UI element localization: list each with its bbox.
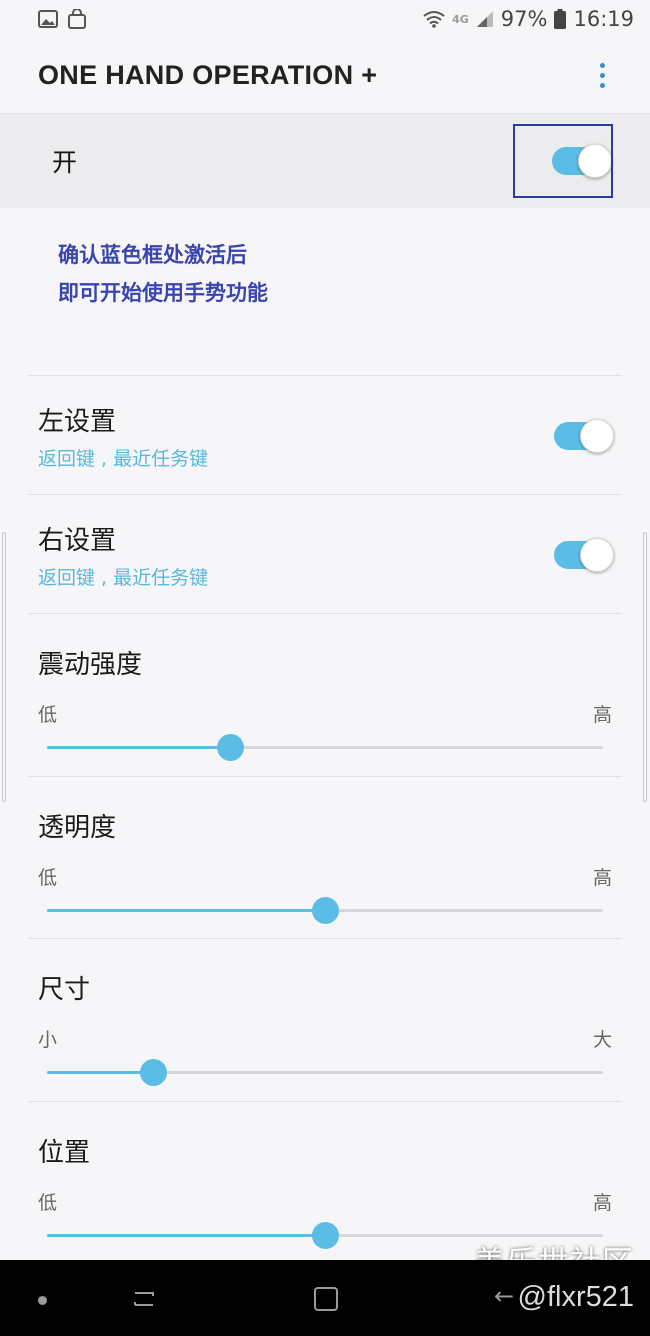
transparency-slider-block: 透明度 低 高 bbox=[28, 777, 622, 939]
left-setting-card[interactable]: 左设置 返回键 , 最近任务键 bbox=[28, 375, 622, 495]
right-setting-subtitle: 返回键 , 最近任务键 bbox=[38, 566, 209, 589]
size-max-label: 大 bbox=[592, 1029, 612, 1051]
status-time: 16:19 bbox=[573, 7, 634, 31]
highlight-box bbox=[513, 124, 613, 198]
nav-dot-icon[interactable] bbox=[38, 1296, 47, 1305]
transparency-card: 透明度 低 高 bbox=[28, 776, 622, 939]
slider-fill bbox=[47, 1071, 153, 1074]
kebab-dot bbox=[599, 73, 605, 78]
transparency-min-label: 低 bbox=[38, 867, 58, 889]
left-setting-row[interactable]: 左设置 返回键 , 最近任务键 bbox=[28, 376, 622, 495]
right-setting-title: 右设置 bbox=[38, 525, 117, 556]
vibration-strength-min-label: 低 bbox=[38, 704, 58, 726]
right-setting-text: 右设置 返回键 , 最近任务键 bbox=[38, 520, 208, 590]
vibration-strength-slider[interactable] bbox=[47, 734, 603, 761]
back-icon[interactable]: ← bbox=[494, 1282, 514, 1310]
left-setting-title: 左设置 bbox=[38, 406, 117, 437]
hint-line-2: 即可开始使用手势功能 bbox=[58, 281, 268, 305]
slider-thumb[interactable] bbox=[217, 734, 245, 761]
kebab-dot bbox=[599, 63, 605, 68]
vibration-strength-card: 震动强度 低 高 bbox=[28, 613, 622, 776]
size-slider-block: 尺寸 小 大 bbox=[28, 939, 622, 1101]
wifi-icon bbox=[423, 11, 445, 28]
status-bar: 4G 97% 16:19 bbox=[0, 0, 650, 38]
scroll-indicator-right[interactable] bbox=[643, 532, 647, 802]
status-right: 4G 97% 16:19 bbox=[423, 7, 634, 31]
battery-icon bbox=[554, 9, 567, 29]
slider-thumb[interactable] bbox=[312, 897, 339, 924]
hint-line-1: 确认蓝色框处激活后 bbox=[58, 243, 247, 267]
recent-apps-icon[interactable] bbox=[131, 1287, 157, 1311]
slider-fill bbox=[47, 909, 325, 912]
vibration-strength-slider-block: 震动强度 低 高 bbox=[28, 614, 622, 776]
slider-fill bbox=[47, 1234, 325, 1237]
gallery-notification-icon bbox=[38, 10, 58, 28]
toggle-knob bbox=[580, 418, 614, 453]
shopping-bag-notification-icon bbox=[68, 9, 86, 29]
transparency-max-label: 高 bbox=[592, 867, 612, 889]
left-setting-subtitle: 返回键 , 最近任务键 bbox=[38, 447, 209, 470]
transparency-title: 透明度 bbox=[38, 813, 117, 843]
hint-text: 确认蓝色框处激活后 即可开始使用手势功能 bbox=[58, 236, 268, 312]
toggle-knob bbox=[580, 537, 614, 572]
left-setting-toggle[interactable] bbox=[554, 418, 614, 453]
home-icon[interactable] bbox=[314, 1287, 338, 1311]
status-left bbox=[38, 9, 86, 29]
signal-icon bbox=[476, 11, 493, 27]
slider-fill bbox=[47, 746, 231, 749]
size-card: 尺寸 小 大 bbox=[28, 938, 622, 1101]
app-title: ONE HAND OPERATION + bbox=[38, 60, 378, 90]
scroll-indicator-left bbox=[2, 532, 6, 802]
right-setting-card[interactable]: 右设置 返回键 , 最近任务键 bbox=[28, 494, 622, 614]
position-max-label: 高 bbox=[592, 1192, 612, 1214]
vibration-strength-max-label: 高 bbox=[592, 704, 612, 726]
battery-percent: 97% bbox=[500, 7, 548, 31]
position-title: 位置 bbox=[38, 1138, 91, 1168]
kebab-dot bbox=[599, 83, 605, 88]
right-setting-row[interactable]: 右设置 返回键 , 最近任务键 bbox=[28, 495, 622, 614]
vibration-strength-title: 震动强度 bbox=[38, 650, 143, 680]
slider-thumb[interactable] bbox=[312, 1222, 339, 1249]
left-setting-text: 左设置 返回键 , 最近任务键 bbox=[38, 401, 208, 471]
watermark-user: @flxr521 bbox=[517, 1281, 634, 1313]
transparency-slider[interactable] bbox=[47, 897, 603, 924]
size-slider[interactable] bbox=[47, 1059, 603, 1086]
size-title: 尺寸 bbox=[38, 975, 91, 1005]
network-type-label: 4G bbox=[452, 12, 469, 26]
right-setting-toggle[interactable] bbox=[554, 537, 614, 572]
master-switch-label: 开 bbox=[52, 148, 78, 177]
position-min-label: 低 bbox=[38, 1192, 58, 1214]
more-options-icon[interactable] bbox=[592, 56, 612, 96]
slider-thumb[interactable] bbox=[139, 1059, 167, 1086]
size-min-label: 小 bbox=[38, 1029, 58, 1051]
app-bar: ONE HAND OPERATION + bbox=[0, 38, 650, 114]
